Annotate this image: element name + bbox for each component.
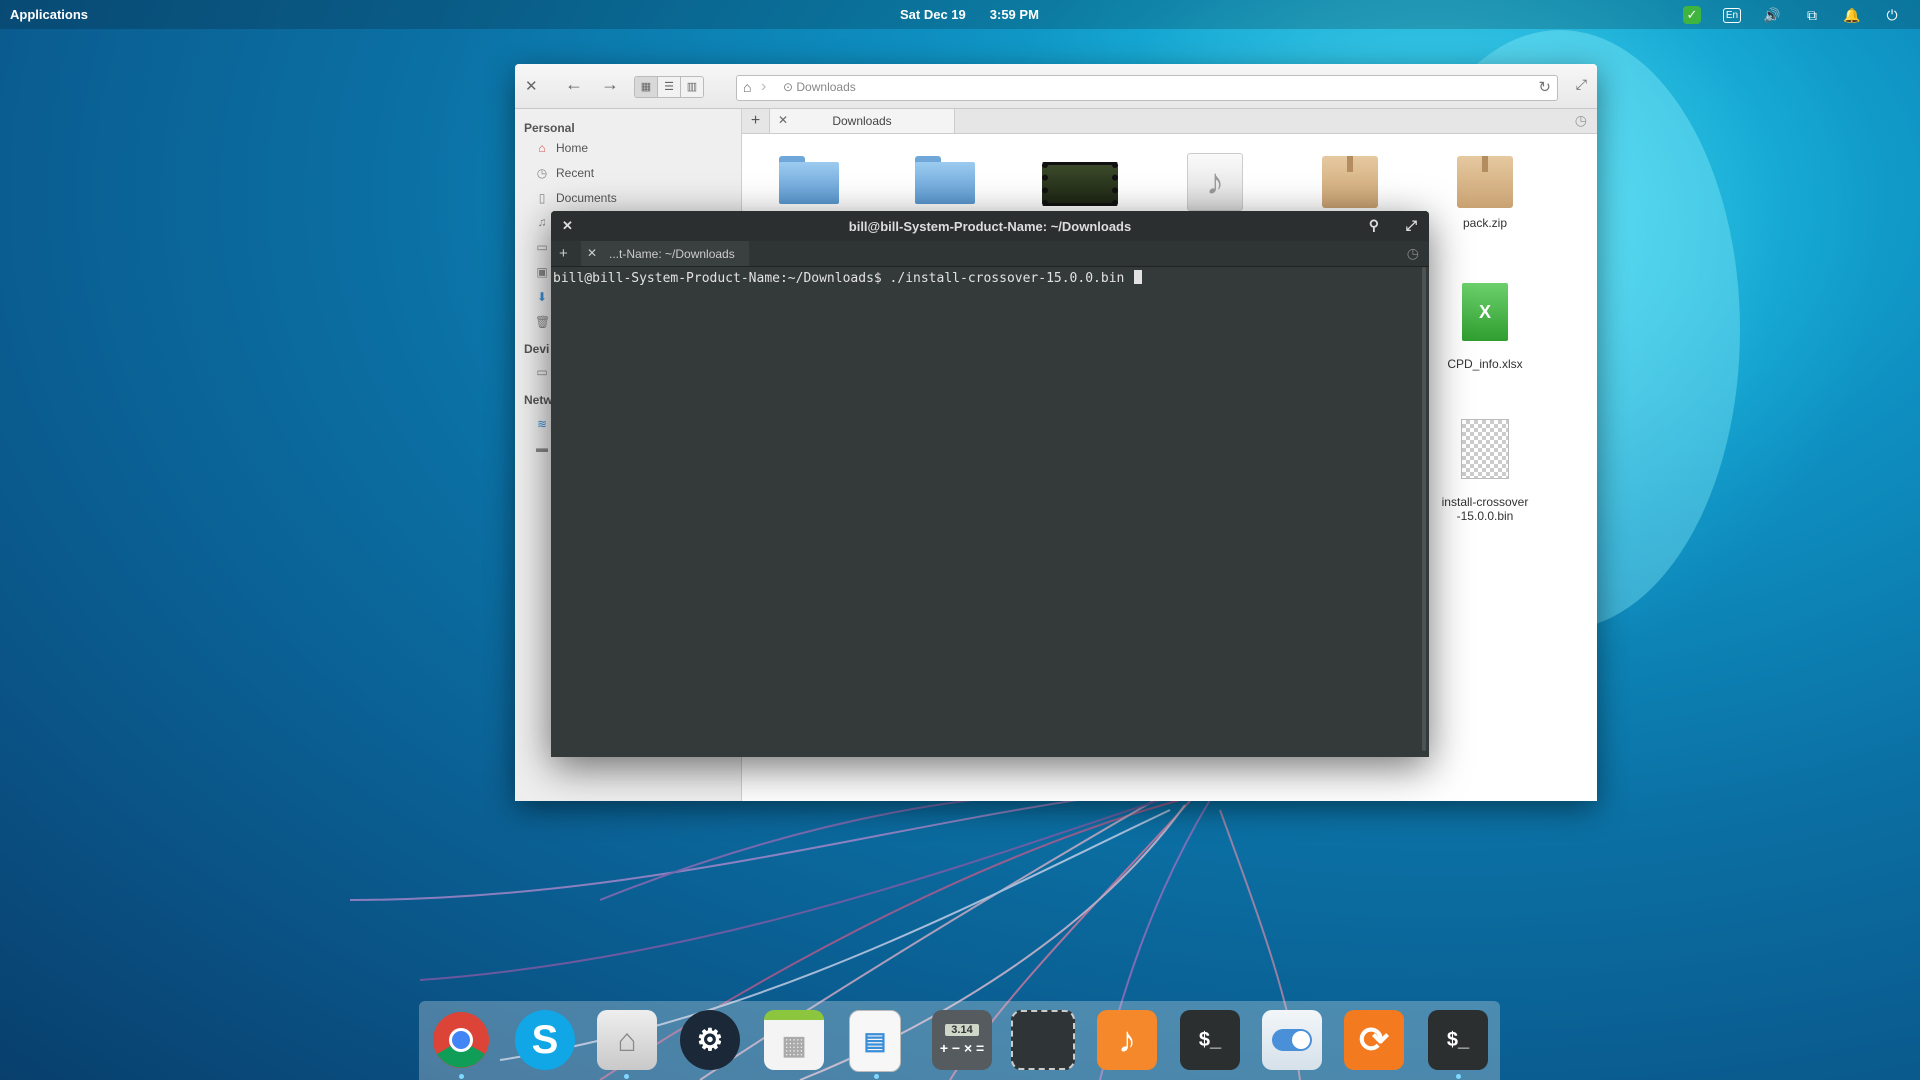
search-icon[interactable]: ⚲	[1369, 217, 1379, 234]
running-indicator	[1456, 1074, 1461, 1079]
package-icon	[1457, 156, 1513, 208]
maximize-icon[interactable]: ⤢	[1576, 76, 1587, 93]
file-name: install-crossover-15.0.0.bin	[1441, 495, 1529, 523]
notifications-icon[interactable]: 🔔	[1832, 4, 1872, 26]
top-panel: Applications Sat Dec 19 3:59 PM ✓ En 🔊 ⧉ …	[0, 0, 1920, 29]
icon-view-icon[interactable]: ▦	[635, 77, 658, 97]
terminal-icon[interactable]: $_	[1180, 1010, 1240, 1070]
view-mode-switcher: ▦ ☰ ▥	[634, 76, 704, 98]
terminal-title: bill@bill-System-Product-Name: ~/Downloa…	[848, 219, 1132, 234]
terminal-cursor	[1134, 270, 1143, 284]
video-thumbnail-icon	[1042, 162, 1118, 206]
power-icon[interactable]: ⏻	[1872, 4, 1912, 26]
terminal-scrollbar[interactable]	[1422, 267, 1426, 751]
back-arrow-icon[interactable]: ←	[565, 74, 583, 95]
check-icon[interactable]: ✓	[1672, 4, 1712, 26]
terminal-window: ✕ bill@bill-System-Product-Name: ~/Downl…	[551, 211, 1429, 757]
terminal-titlebar: ✕ bill@bill-System-Product-Name: ~/Downl…	[551, 211, 1429, 241]
running-indicator	[459, 1074, 464, 1079]
document-viewer-icon[interactable]: ▤	[849, 1010, 901, 1072]
new-tab-button[interactable]: +	[742, 109, 770, 133]
sidebar-heading-personal: Personal	[524, 121, 575, 135]
computer-icon: ▬	[536, 441, 548, 455]
folder-icon	[915, 156, 975, 204]
screenshot-icon[interactable]	[1011, 1010, 1075, 1070]
path-bar[interactable]: ⌂ › ⊙ Downloads ↻	[736, 75, 1558, 101]
file-item[interactable]: pack.zip	[1425, 156, 1545, 230]
column-view-icon[interactable]: ▥	[681, 77, 703, 97]
calendar-icon[interactable]: ▦	[764, 1010, 824, 1070]
drive-icon: ▭	[536, 365, 548, 379]
file-manager-toolbar: ✕ ← → ▦ ☰ ▥ ⌂ › ⊙ Downloads ↻ ⤢	[515, 64, 1597, 109]
file-item[interactable]: X CPD_info.xlsx	[1425, 283, 1545, 371]
file-item[interactable]	[1020, 162, 1140, 206]
file-name: CPD_info.xlsx	[1447, 357, 1523, 371]
document-icon: ▯	[538, 191, 546, 205]
trash-icon: 🗑	[535, 315, 551, 329]
file-item[interactable]: ♪	[1155, 153, 1275, 211]
sidebar-heading-network: Netw	[524, 393, 553, 407]
steam-icon[interactable]: ⚙	[680, 1010, 740, 1070]
running-indicator	[624, 1074, 629, 1079]
terminal-tab[interactable]: ✕ ...t-Name: ~/Downloads	[581, 241, 749, 266]
file-item[interactable]	[885, 156, 1005, 204]
sidebar-item-home[interactable]: ⌂ Home	[535, 141, 588, 155]
history-icon[interactable]: ◷	[1575, 112, 1587, 129]
binary-file-icon	[1461, 419, 1509, 479]
date-label: Sat Dec 19	[900, 7, 966, 22]
history-icon[interactable]: ◷	[1407, 245, 1419, 262]
file-name: pack.zip	[1462, 216, 1508, 230]
folder-icon	[779, 156, 839, 204]
file-item[interactable]: install-crossover-15.0.0.bin	[1425, 419, 1545, 523]
skype-icon[interactable]: S	[515, 1010, 575, 1070]
sidebar-item-recent[interactable]: ◷ Recent	[535, 166, 594, 180]
terminal-prompt-line: bill@bill-System-Product-Name:~/Download…	[553, 271, 1133, 286]
clock-icon: ◷	[536, 166, 548, 180]
files-icon[interactable]: ⌂	[597, 1010, 657, 1070]
terminal-icon[interactable]: $_	[1428, 1010, 1488, 1070]
home-icon[interactable]: ⌂	[743, 79, 751, 95]
close-tab-icon[interactable]: ✕	[587, 246, 597, 260]
running-indicator	[874, 1074, 879, 1079]
music-icon: ♫	[537, 215, 547, 229]
video-icon: ▣	[536, 265, 548, 279]
download-icon: ⬇	[536, 290, 548, 304]
file-item[interactable]	[749, 156, 869, 204]
spreadsheet-icon: X	[1462, 283, 1508, 341]
time-label: 3:59 PM	[989, 7, 1039, 22]
applications-menu[interactable]: Applications	[10, 7, 88, 22]
clock[interactable]: Sat Dec 19 3:59 PM	[900, 7, 1063, 22]
calculator-icon[interactable]: 3.14 + − × =	[932, 1010, 992, 1070]
file-manager-tabbar: + ✕ Downloads ◷	[742, 109, 1597, 134]
close-icon[interactable]: ✕	[525, 77, 538, 95]
tab-downloads[interactable]: ✕ Downloads	[770, 109, 955, 133]
maximize-icon[interactable]: ⤢	[1406, 217, 1417, 234]
terminal-output[interactable]: bill@bill-System-Product-Name:~/Download…	[551, 267, 1419, 757]
sidebar-item-documents[interactable]: ▯ Documents	[535, 191, 617, 205]
keyboard-layout-icon[interactable]: En	[1712, 4, 1752, 26]
package-icon	[1322, 156, 1378, 208]
music-file-icon: ♪	[1187, 153, 1243, 211]
volume-icon[interactable]: 🔊	[1752, 4, 1792, 26]
pictures-icon: ▭	[536, 240, 548, 254]
new-tab-button[interactable]: +	[559, 245, 568, 262]
file-item[interactable]	[1290, 156, 1410, 208]
list-view-icon[interactable]: ☰	[658, 77, 681, 97]
sidebar-heading-devices: Devi	[524, 342, 550, 356]
forward-arrow-icon[interactable]: →	[601, 74, 619, 95]
reload-icon[interactable]: ↻	[1538, 78, 1551, 96]
system-tray: ✓ En 🔊 ⧉ 🔔 ⏻	[1672, 4, 1912, 26]
chevron-right-icon: ›	[761, 78, 767, 95]
chrome-icon[interactable]	[431, 1010, 491, 1070]
network-icon[interactable]: ⧉	[1792, 4, 1832, 26]
software-update-icon[interactable]: ⟳	[1344, 1010, 1404, 1070]
wifi-icon: ≋	[536, 417, 548, 431]
terminal-tabbar: + ✕ ...t-Name: ~/Downloads ◷	[551, 241, 1429, 267]
music-icon[interactable]: ♪	[1097, 1010, 1157, 1070]
path-segment-downloads[interactable]: ⊙ Downloads	[783, 80, 856, 94]
home-icon: ⌂	[538, 141, 546, 155]
switchboard-icon[interactable]	[1262, 1010, 1322, 1070]
